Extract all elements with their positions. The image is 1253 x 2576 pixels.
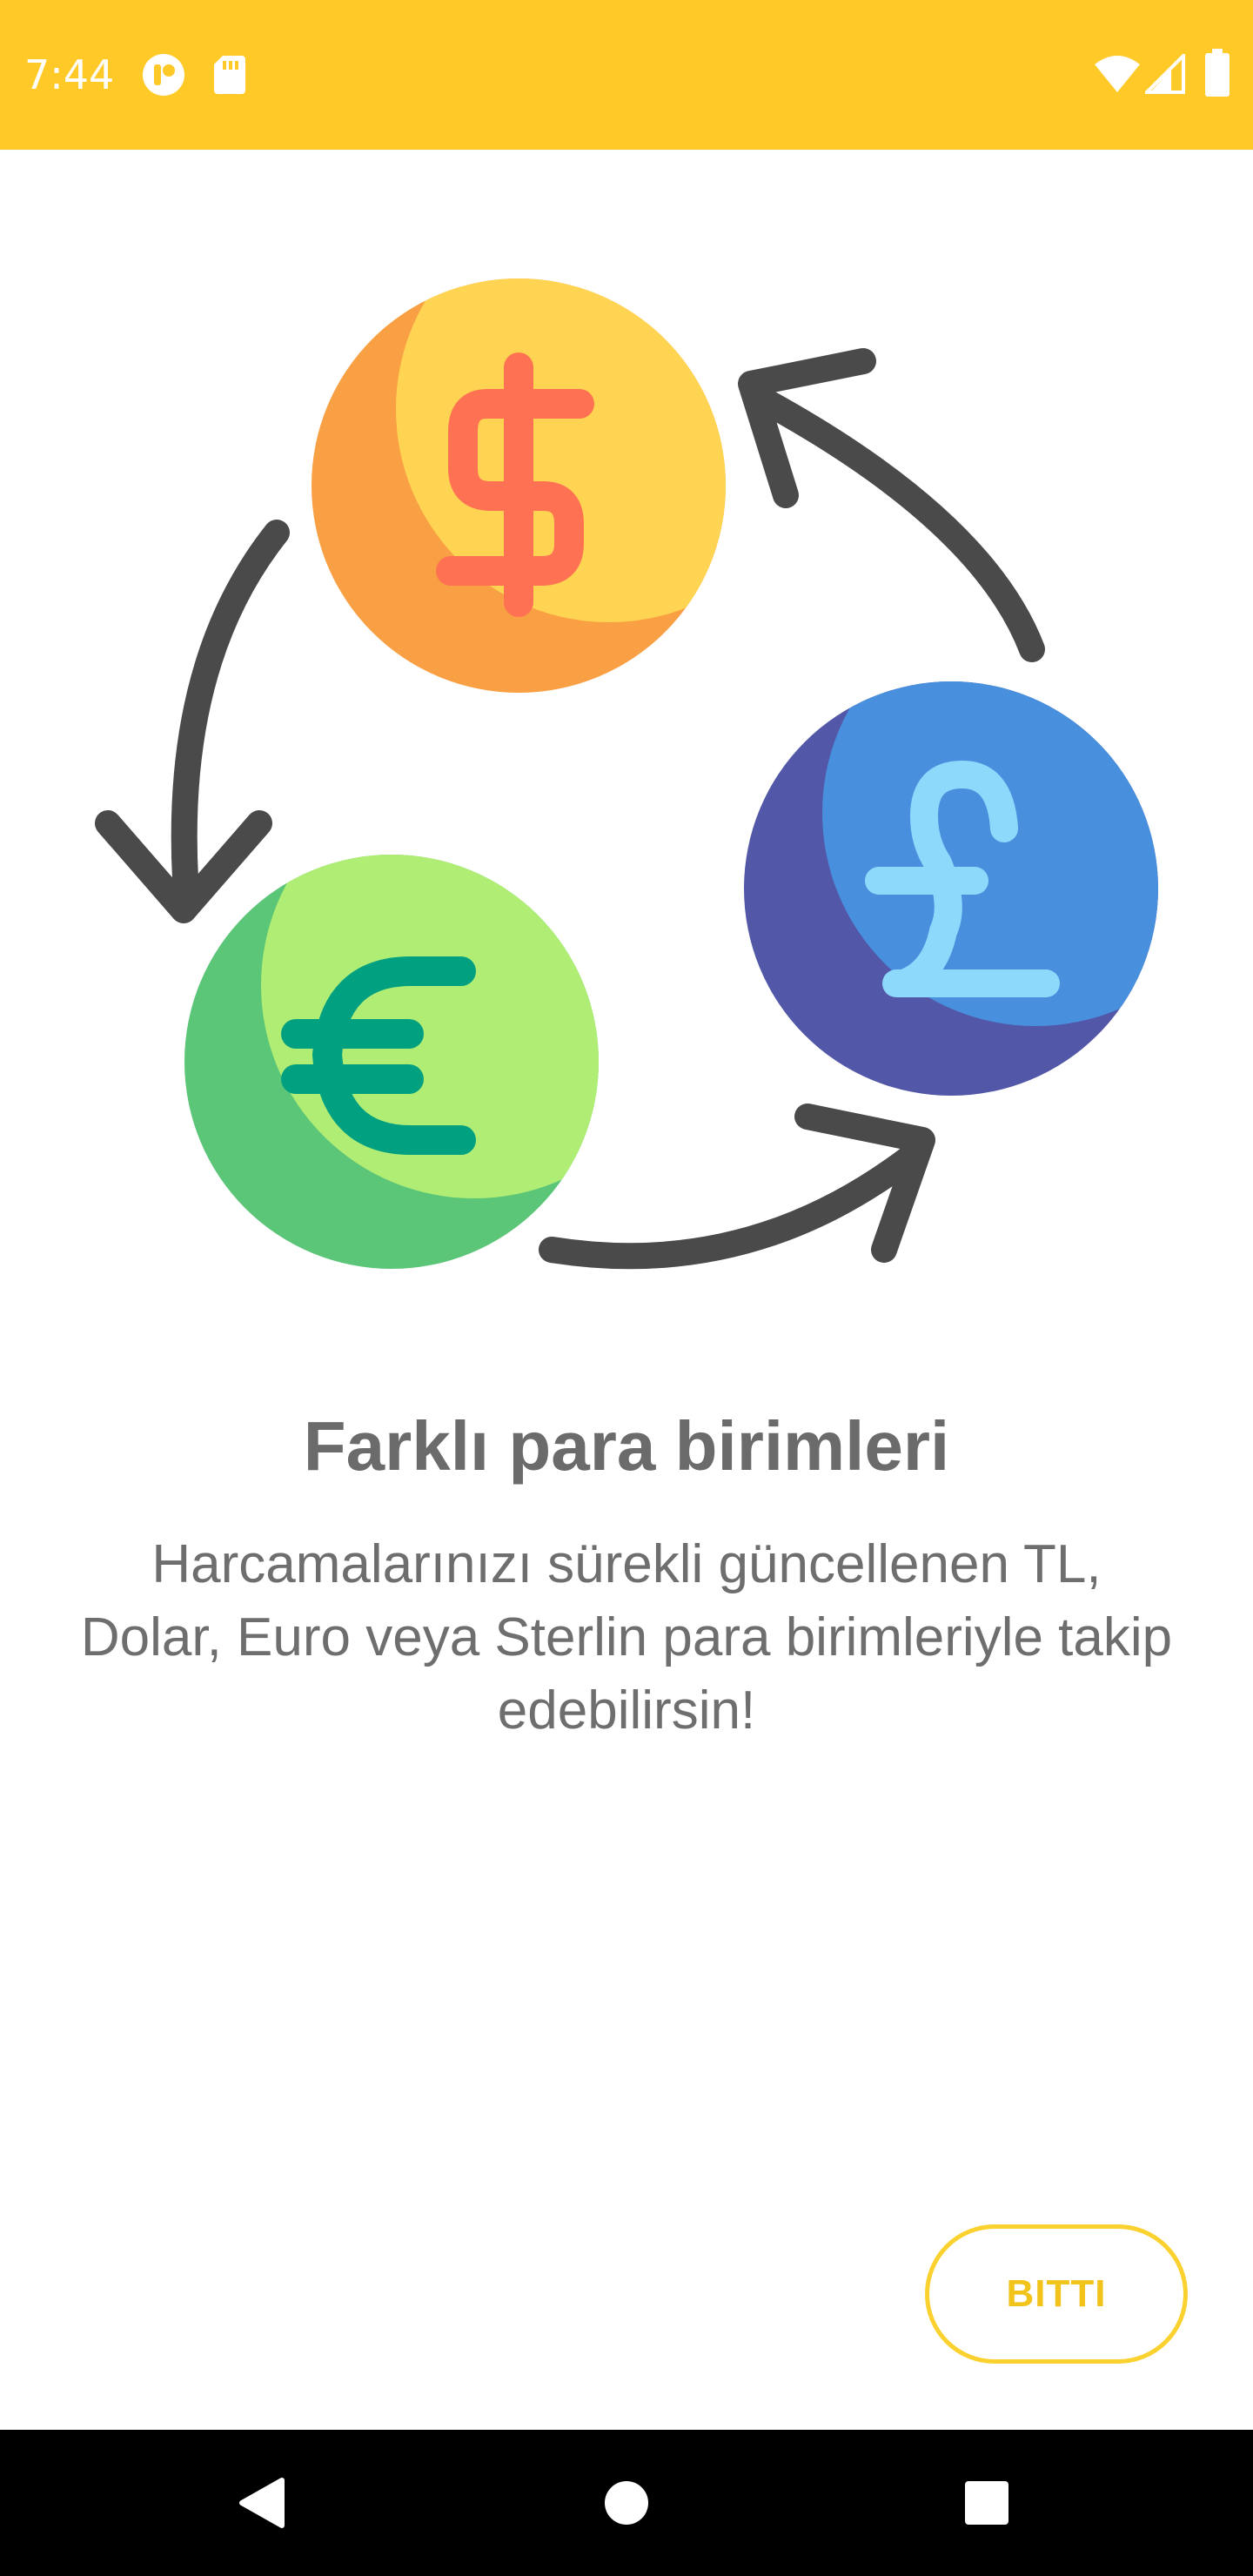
pound-coin <box>744 681 1158 1096</box>
euro-coin <box>184 855 599 1269</box>
arrow-pound-to-dollar-icon <box>738 348 1045 662</box>
navigation-bar <box>0 2430 1253 2576</box>
notification-app-icon <box>143 54 184 96</box>
cellular-signal-icon <box>1145 54 1185 94</box>
done-button[interactable]: BITTI <box>925 2224 1188 2364</box>
dollar-symbol-icon <box>436 352 594 617</box>
home-icon[interactable] <box>583 2459 670 2546</box>
currency-exchange-illustration <box>95 278 1158 1270</box>
arrow-euro-to-pound-icon <box>539 1104 935 1270</box>
status-time: 7:44 <box>24 51 115 98</box>
sd-card-icon <box>214 56 245 94</box>
recents-icon[interactable] <box>943 2459 1030 2546</box>
onboarding-screen: 7:44 Farklı para birimleri Harcamalarını… <box>0 0 1253 2576</box>
page-title: Farklı para birimleri <box>303 1407 950 1485</box>
dollar-coin <box>312 278 726 693</box>
battery-icon <box>1205 49 1230 97</box>
description-text: Harcamalarınızı sürekli güncellenen TL, … <box>80 1534 1173 1741</box>
back-icon[interactable] <box>218 2459 305 2546</box>
arrow-dollar-to-euro-icon <box>95 520 290 923</box>
wifi-icon <box>1095 56 1140 92</box>
status-bar: 7:44 <box>0 0 1253 150</box>
